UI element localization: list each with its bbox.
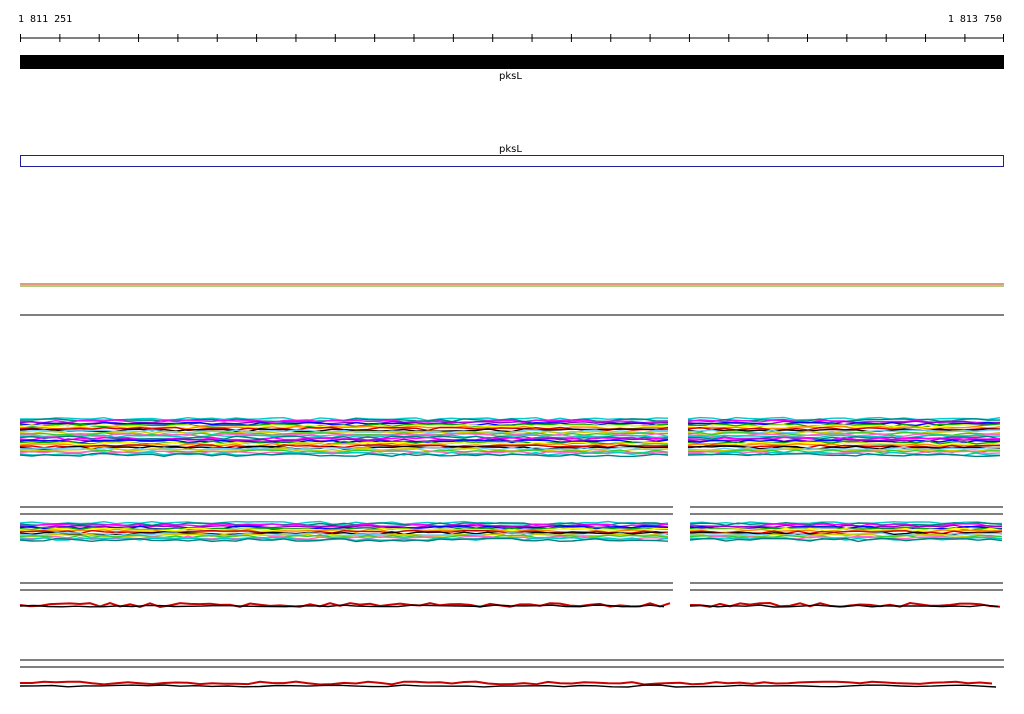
signal-tracks: [19, 283, 1004, 688]
signal-track-red-d: [19, 680, 997, 688]
signal-track-multi-b: [19, 520, 1003, 591]
signal-track-red-c: [19, 601, 1004, 668]
signal-track-multi-a: [19, 416, 1003, 515]
